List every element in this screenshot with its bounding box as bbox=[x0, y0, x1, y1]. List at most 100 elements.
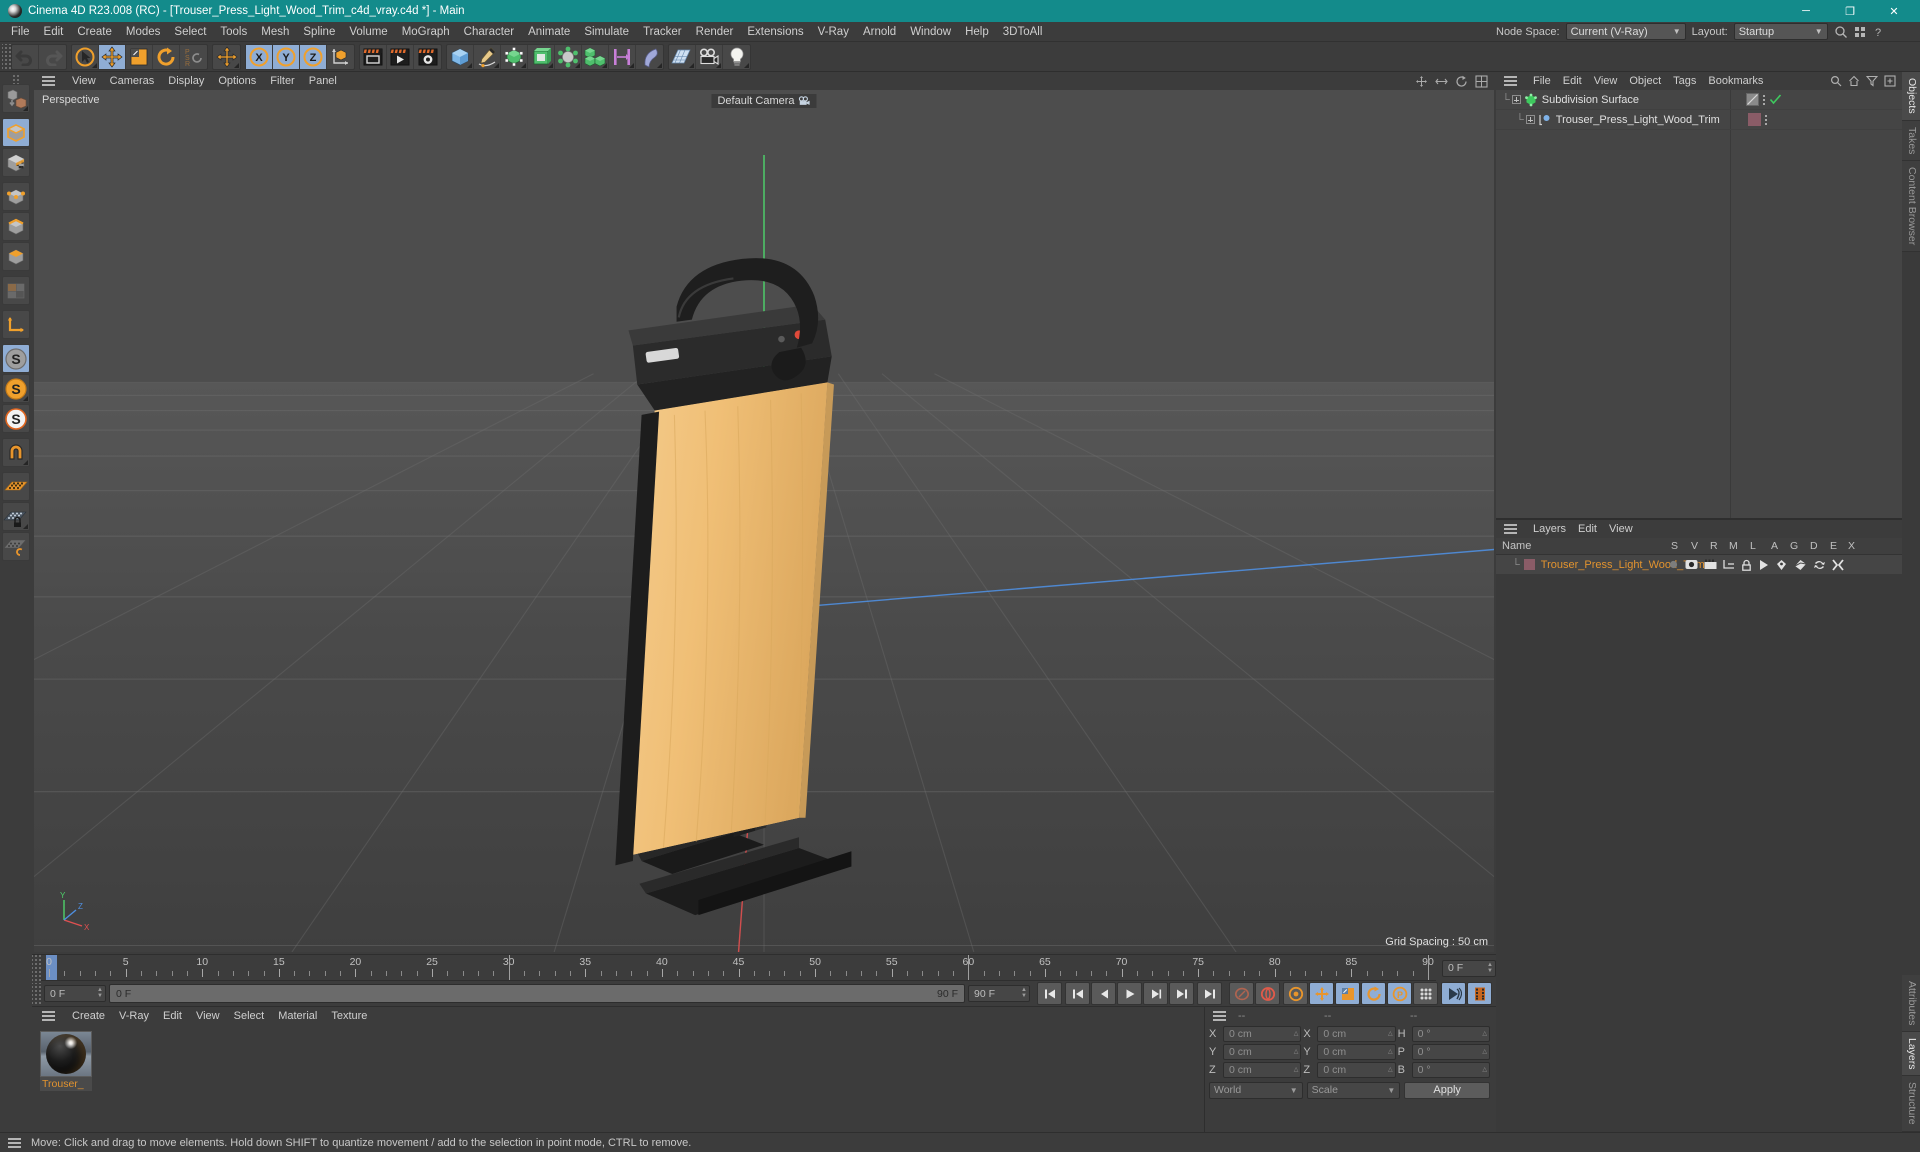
material-menu-texture[interactable]: Texture bbox=[324, 1010, 374, 1022]
rotate-tool-button[interactable] bbox=[153, 44, 180, 69]
apply-button[interactable]: Apply bbox=[1404, 1081, 1491, 1099]
size-y-field[interactable]: 0 cm △ bbox=[1317, 1044, 1396, 1060]
toolbar-grip[interactable] bbox=[2, 43, 11, 70]
add-mograph-button[interactable] bbox=[582, 44, 609, 69]
record-parameter-button[interactable]: P bbox=[1387, 982, 1412, 1005]
go-to-start-button[interactable] bbox=[1037, 982, 1062, 1005]
coordinate-mode-select[interactable]: Scale ▼ bbox=[1306, 1081, 1401, 1099]
record-rotation-button[interactable] bbox=[1361, 982, 1386, 1005]
material-menu-material[interactable]: Material bbox=[271, 1010, 324, 1022]
add-cube-button[interactable] bbox=[447, 44, 474, 69]
model-mode-button[interactable] bbox=[2, 118, 30, 147]
tab-layers[interactable]: Layers bbox=[1902, 1031, 1920, 1077]
redo-button[interactable] bbox=[39, 45, 66, 69]
status-hamburger-icon[interactable] bbox=[8, 1137, 21, 1148]
axis-mode-button[interactable] bbox=[2, 310, 30, 339]
select-tool-button[interactable] bbox=[72, 44, 99, 69]
edges-mode-button[interactable] bbox=[2, 212, 30, 241]
spinner-icon[interactable]: ▲ ▼ bbox=[1017, 987, 1027, 999]
add-deformer-button[interactable] bbox=[555, 44, 582, 69]
layer-color-tag-icon[interactable] bbox=[1748, 113, 1761, 126]
menu-item-tracker[interactable]: Tracker bbox=[636, 22, 689, 42]
material-menu-select[interactable]: Select bbox=[227, 1010, 272, 1022]
enabled-check-icon[interactable] bbox=[1769, 93, 1782, 106]
layer-menu-layers[interactable]: Layers bbox=[1527, 523, 1572, 535]
menu-item-mograph[interactable]: MoGraph bbox=[395, 22, 457, 42]
planar-workplane-button[interactable] bbox=[2, 532, 30, 561]
render-icon[interactable] bbox=[1704, 559, 1717, 570]
grid-panels-icon[interactable] bbox=[1854, 26, 1866, 38]
transport-grip[interactable] bbox=[32, 983, 41, 1004]
polygons-mode-button[interactable] bbox=[2, 242, 30, 271]
spinner-icon[interactable]: △ bbox=[1482, 1049, 1487, 1055]
add-field-button[interactable] bbox=[609, 44, 636, 69]
spinner-icon[interactable]: △ bbox=[1388, 1031, 1393, 1037]
menu-item-render[interactable]: Render bbox=[689, 22, 741, 42]
zoom-view-icon[interactable] bbox=[1435, 75, 1448, 88]
play-button[interactable] bbox=[1117, 982, 1142, 1005]
object-menu-object[interactable]: Object bbox=[1623, 75, 1667, 87]
lock-workplane-button[interactable] bbox=[2, 502, 30, 531]
menu-item-file[interactable]: File bbox=[4, 22, 37, 42]
viewport-menu-display[interactable]: Display bbox=[161, 75, 211, 87]
tab-attributes[interactable]: Attributes bbox=[1902, 974, 1920, 1032]
tab-objects[interactable]: Objects bbox=[1902, 72, 1920, 121]
end-frame-field[interactable]: 90 F ▲ ▼ bbox=[968, 985, 1030, 1002]
xpresso-icon[interactable] bbox=[1832, 558, 1844, 571]
uv-mode-button[interactable] bbox=[2, 276, 30, 305]
viewport-solo-hierarchy-button[interactable]: S bbox=[2, 404, 30, 433]
menu-item-extensions[interactable]: Extensions bbox=[740, 22, 810, 42]
layer-row[interactable]: └ Trouser_Press_Light_Wood_Trim bbox=[1496, 555, 1902, 574]
maximize-view-icon[interactable] bbox=[1475, 74, 1488, 88]
render-view-button[interactable] bbox=[360, 44, 387, 69]
spinner-icon[interactable]: ▲ ▼ bbox=[1483, 962, 1493, 974]
pan-view-icon[interactable] bbox=[1415, 75, 1428, 88]
camera-label-badge[interactable]: Default Camera bbox=[711, 94, 817, 108]
next-key-button[interactable] bbox=[1169, 982, 1194, 1005]
position-y-field[interactable]: 0 cm △ bbox=[1223, 1044, 1302, 1060]
search-icon[interactable] bbox=[1834, 25, 1848, 39]
add-panel-icon[interactable] bbox=[1884, 75, 1896, 87]
viewport-3d[interactable]: Perspective Default Camera Grid Spacing … bbox=[34, 90, 1494, 952]
search-icon[interactable] bbox=[1830, 75, 1842, 87]
autokey-button[interactable] bbox=[1229, 982, 1254, 1005]
solo-dot-icon[interactable] bbox=[1668, 559, 1679, 570]
menu-item-character[interactable]: Character bbox=[457, 22, 522, 42]
record-scale-button[interactable] bbox=[1335, 982, 1360, 1005]
layer-empty-area[interactable] bbox=[1496, 574, 1902, 1132]
lock-icon[interactable] bbox=[1741, 559, 1752, 571]
node-space-select[interactable]: Current (V-Ray) ▼ bbox=[1565, 23, 1686, 40]
menu-item-arnold[interactable]: Arnold bbox=[856, 22, 903, 42]
scale-tool-button[interactable] bbox=[126, 44, 153, 69]
material-item[interactable]: Trouser_ bbox=[40, 1031, 92, 1091]
maximize-button[interactable]: ❐ bbox=[1828, 0, 1872, 22]
size-x-field[interactable]: 0 cm △ bbox=[1317, 1026, 1396, 1042]
menu-item-spline[interactable]: Spline bbox=[296, 22, 342, 42]
spinner-icon[interactable]: △ bbox=[1388, 1067, 1393, 1073]
coordinate-system-select[interactable]: World ▼ bbox=[1209, 1081, 1303, 1099]
psr-button[interactable]: P S R bbox=[180, 45, 207, 69]
viewport-menu-panel[interactable]: Panel bbox=[302, 75, 344, 87]
rotation-p-field[interactable]: 0 ° △ bbox=[1411, 1044, 1490, 1060]
add-floor-button[interactable] bbox=[669, 44, 696, 69]
menu-item-animate[interactable]: Animate bbox=[521, 22, 577, 42]
material-menu-edit[interactable]: Edit bbox=[156, 1010, 189, 1022]
tab-content-browser[interactable]: Content Browser bbox=[1902, 161, 1920, 253]
material-menu-view[interactable]: View bbox=[189, 1010, 227, 1022]
spinner-icon[interactable]: △ bbox=[1294, 1031, 1299, 1037]
trouser-press-model[interactable] bbox=[34, 90, 1494, 952]
viewport-menu-view[interactable]: View bbox=[65, 75, 103, 87]
visible-eye-icon[interactable] bbox=[1685, 559, 1698, 570]
minimize-button[interactable]: ─ bbox=[1784, 0, 1828, 22]
viewport-menu-options[interactable]: Options bbox=[211, 75, 263, 87]
tag-dots-icon[interactable] bbox=[1765, 114, 1767, 125]
make-editable-button[interactable] bbox=[2, 84, 30, 113]
manager-icon[interactable] bbox=[1723, 559, 1735, 570]
menu-item-tools[interactable]: Tools bbox=[213, 22, 254, 42]
close-button[interactable]: ✕ bbox=[1872, 0, 1916, 22]
expression-icon[interactable] bbox=[1813, 559, 1826, 571]
help-question-icon[interactable]: ? bbox=[1872, 26, 1884, 38]
viewport-hamburger-icon[interactable] bbox=[42, 76, 55, 86]
object-row-subdivision-surface[interactable]: └ Subdivision Surface bbox=[1496, 90, 1902, 110]
material-list[interactable]: Trouser_ bbox=[32, 1025, 1204, 1132]
